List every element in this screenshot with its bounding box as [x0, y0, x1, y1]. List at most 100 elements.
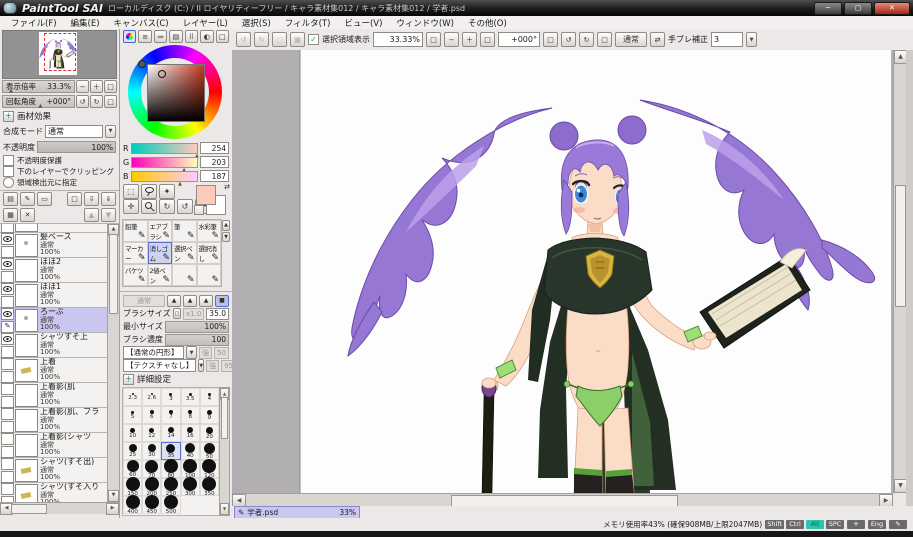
delete-layer-button[interactable]: ✕ [20, 208, 35, 222]
brush-size-option[interactable]: 10 [123, 424, 142, 442]
brush-size-option[interactable]: 200 [142, 478, 161, 496]
close-button[interactable]: ✕ [874, 2, 910, 15]
zoom-out-button[interactable]: − [444, 32, 459, 47]
menu-item[interactable]: フィルタ(T) [278, 17, 338, 29]
canvas-rotation-value[interactable]: +000° [498, 32, 540, 47]
zoom-in-button[interactable]: ＋ [462, 32, 477, 47]
flip-button[interactable]: □ [597, 32, 612, 47]
brush-size-option[interactable]: 3 [161, 388, 180, 406]
green-slider[interactable]: ▲ [131, 157, 198, 168]
layer-list-hscrollbar[interactable]: ◀ ▶ [0, 503, 119, 514]
layer-paint-target-toggle[interactable] [1, 246, 14, 258]
brush-size-option[interactable]: 120 [200, 460, 219, 478]
new-layer-button[interactable]: ▤ [3, 192, 18, 206]
menu-item[interactable]: ファイル(F) [4, 17, 64, 29]
brush-size-option[interactable]: 250 [161, 478, 180, 496]
menu-item[interactable]: その他(O) [461, 17, 514, 29]
rotate-reset-button[interactable]: □ [104, 95, 117, 108]
scroll-right-icon[interactable]: ▶ [106, 503, 119, 515]
brush-size-option[interactable]: 40 [181, 442, 200, 460]
layer-paint-target-toggle[interactable] [1, 296, 14, 308]
layer-paint-target-toggle[interactable] [1, 396, 14, 408]
layer-visibility-toggle[interactable] [1, 233, 14, 245]
foreground-color-swatch[interactable] [196, 185, 216, 205]
layer-row[interactable]: シャツ(すそ入り 通常 100% [0, 483, 108, 503]
menu-item[interactable]: ウィンドウ(W) [389, 17, 461, 29]
checkbox[interactable] [3, 166, 14, 177]
layer-up-button[interactable]: ▲ [84, 208, 99, 222]
brush-size-option[interactable]: 80 [161, 460, 180, 478]
brush-size-option[interactable]: 2.6 [142, 388, 161, 406]
swatches-tab[interactable]: ⠿ [185, 30, 198, 43]
size-grid-scrollbar[interactable]: ▲ ▼ [219, 387, 230, 516]
opacity-lock-option[interactable]: 不透明度保護 [0, 155, 119, 166]
chevron-down-icon[interactable]: ▼ [105, 125, 116, 138]
brush-size-option[interactable]: 8 [181, 406, 200, 424]
layer-visibility-toggle[interactable] [1, 358, 14, 370]
tool-page-down-button[interactable]: ▼ [222, 232, 230, 243]
layer-row[interactable]: シャツすそ上 通常 100% [0, 333, 108, 358]
hsv-sliders-tab[interactable]: ≔ [154, 30, 167, 43]
layer-paint-target-toggle[interactable] [1, 371, 14, 383]
move-tool[interactable]: ✛ [123, 199, 139, 214]
brush-size-option[interactable]: 4 [200, 388, 219, 406]
layer-row[interactable]: シャツ(すそ出) 通常 100% [0, 458, 108, 483]
chevron-down-icon[interactable]: ▼ [746, 32, 757, 47]
chevron-down-icon[interactable]: ▼ [198, 359, 204, 372]
expand-icon[interactable]: ＋ [3, 111, 14, 122]
navigator-view-rect[interactable] [44, 33, 76, 71]
scrollbar-thumb[interactable] [11, 504, 47, 514]
scroll-down-icon[interactable]: ▼ [220, 503, 229, 515]
canvas-zoom-value[interactable]: 33.33% [373, 32, 423, 47]
size-scale[interactable]: x1.0 [183, 308, 204, 320]
red-slider[interactable]: ▲ [131, 143, 198, 154]
color-wheel-tab[interactable] [123, 30, 136, 43]
layer-row[interactable]: 髪ベース 通常 100% [0, 233, 108, 258]
layer-row[interactable]: ほほ2 通常 100% [0, 258, 108, 283]
menu-item[interactable]: ビュー(V) [337, 17, 389, 29]
tool-cell[interactable]: 筆 ✎ [172, 220, 197, 242]
canvas-artwork[interactable] [232, 50, 893, 493]
rgb-sliders-tab[interactable]: ≡ [138, 30, 151, 43]
tool-cell[interactable]: ✎ [197, 264, 222, 286]
layer-row[interactable]: ほほ1 通常 100% [0, 283, 108, 308]
layer-list-scrollbar[interactable]: ▲ ▼ [107, 224, 119, 502]
layer-visibility-toggle[interactable] [1, 308, 14, 320]
undo-button[interactable]: ↺ [236, 32, 251, 47]
layer-paint-target-toggle[interactable] [1, 224, 14, 233]
brush-edge-medium-button[interactable]: ▲ [183, 295, 197, 307]
tool-cell[interactable]: マーカー ✎ [123, 242, 148, 264]
size-unit-button[interactable]: □ [173, 308, 181, 319]
tool-cell[interactable]: 選択消し ✎ [197, 242, 222, 264]
expand-icon[interactable]: ＋ [123, 374, 134, 385]
layer-paint-target-toggle[interactable] [1, 271, 14, 283]
rotate-view-tool[interactable]: ↻ [159, 199, 175, 214]
navigator-rotation-slider[interactable]: 回転角度 +000° ▲ [2, 95, 75, 108]
slider-marker-icon[interactable]: ▲ [39, 104, 43, 108]
layer-paint-target-toggle[interactable] [1, 421, 14, 433]
layer-paint-target-toggle[interactable] [1, 471, 14, 483]
brush-size-option[interactable]: 400 [123, 496, 142, 514]
brush-size-option[interactable]: 14 [161, 424, 180, 442]
blue-value[interactable]: 187 [200, 170, 229, 182]
tool-cell[interactable]: ✎ [172, 264, 197, 286]
brush-size-option[interactable]: 7 [161, 406, 180, 424]
color-mixer-tab[interactable]: ▤ [169, 30, 182, 43]
brush-size-option[interactable]: 25 [123, 442, 142, 460]
menu-item[interactable]: キャンバス(C) [107, 17, 176, 29]
tool-cell[interactable]: 消しゴム ✎ [148, 242, 173, 264]
red-value[interactable]: 254 [200, 142, 229, 154]
layer-visibility-toggle[interactable] [1, 258, 14, 270]
min-size-slider[interactable]: 100% [165, 321, 229, 333]
redo-button[interactable]: ↻ [254, 32, 269, 47]
document-tab[interactable]: ✎ 学者.psd 33% [234, 506, 360, 519]
layer-row[interactable]: ろーぶ 通常 100% [0, 308, 108, 333]
zoom-out-button[interactable]: − [76, 80, 89, 93]
layer-paint-target-toggle[interactable] [1, 496, 14, 504]
clear-layer-button[interactable]: ▦ [3, 208, 18, 222]
brush-size-option[interactable]: 3.5 [181, 388, 200, 406]
brush-size-value[interactable]: 35.0 [206, 308, 229, 320]
canvas-viewport[interactable] [232, 50, 893, 493]
layer-row[interactable]: 上着 通常 100% [0, 358, 108, 383]
layer-visibility-toggle[interactable] [1, 283, 14, 295]
